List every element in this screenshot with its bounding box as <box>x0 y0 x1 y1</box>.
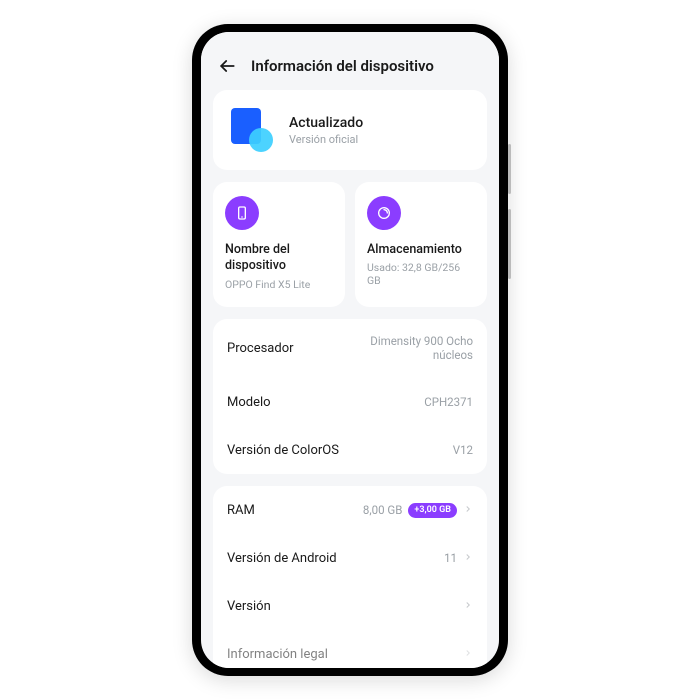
chevron-right-icon <box>463 503 473 518</box>
storage-title: Almacenamiento <box>367 242 475 258</box>
device-name-tile[interactable]: Nombre del dispositivo OPPO Find X5 Lite <box>213 182 345 307</box>
device-name-value: OPPO Find X5 Lite <box>225 278 333 291</box>
row-label: Información legal <box>227 647 328 662</box>
ram-value: 8,00 GB <box>363 503 403 518</box>
row-coloros[interactable]: Versión de ColorOS V12 <box>213 426 487 474</box>
coloros-logo-icon <box>229 108 273 152</box>
row-android[interactable]: Versión de Android 11 <box>213 534 487 582</box>
header: Información del dispositivo <box>201 32 499 90</box>
row-value: CPH2371 <box>424 395 473 410</box>
chevron-right-icon <box>463 647 473 662</box>
row-value: 8,00 GB +3,00 GB <box>363 503 473 519</box>
row-model[interactable]: Modelo CPH2371 <box>213 378 487 426</box>
row-label: Modelo <box>227 395 271 410</box>
row-label: Versión de Android <box>227 551 337 566</box>
device-name-title: Nombre del dispositivo <box>225 242 333 275</box>
chevron-right-icon <box>463 599 473 614</box>
row-label: RAM <box>227 503 255 518</box>
row-legal[interactable]: Información legal <box>213 630 487 668</box>
phone-icon <box>225 196 259 230</box>
content: Actualizado Versión oficial Nombre del d… <box>201 90 499 668</box>
system-list: RAM 8,00 GB +3,00 GB Versión de Android … <box>213 486 487 668</box>
row-value: V12 <box>453 443 473 458</box>
storage-icon <box>367 196 401 230</box>
chevron-right-icon <box>463 551 473 566</box>
screen: Información del dispositivo Actualizado … <box>201 32 499 668</box>
page-title: Información del dispositivo <box>251 57 434 75</box>
android-value: 11 <box>444 551 457 566</box>
row-ram[interactable]: RAM 8,00 GB +3,00 GB <box>213 486 487 534</box>
update-text: Actualizado Versión oficial <box>289 115 363 146</box>
row-value <box>463 599 473 614</box>
arrow-left-icon <box>217 56 237 76</box>
tiles-row: Nombre del dispositivo OPPO Find X5 Lite… <box>213 182 487 307</box>
row-processor[interactable]: Procesador Dimensity 900 Ocho núcleos <box>213 319 487 379</box>
storage-tile[interactable]: Almacenamiento Usado: 32,8 GB/256 GB <box>355 182 487 307</box>
back-button[interactable] <box>217 56 237 76</box>
storage-value: Usado: 32,8 GB/256 GB <box>367 261 475 287</box>
row-value <box>463 647 473 662</box>
row-value: Dimensity 900 Ocho núcleos <box>333 334 473 364</box>
phone-frame: Información del dispositivo Actualizado … <box>192 24 508 676</box>
row-label: Procesador <box>227 341 294 356</box>
row-label: Versión <box>227 599 271 614</box>
row-value: 11 <box>444 551 473 566</box>
specs-list: Procesador Dimensity 900 Ocho núcleos Mo… <box>213 319 487 475</box>
update-title: Actualizado <box>289 115 363 131</box>
update-subtitle: Versión oficial <box>289 133 363 146</box>
row-version[interactable]: Versión <box>213 582 487 630</box>
row-label: Versión de ColorOS <box>227 443 339 458</box>
ram-extension-pill: +3,00 GB <box>408 503 457 519</box>
update-card[interactable]: Actualizado Versión oficial <box>213 90 487 170</box>
